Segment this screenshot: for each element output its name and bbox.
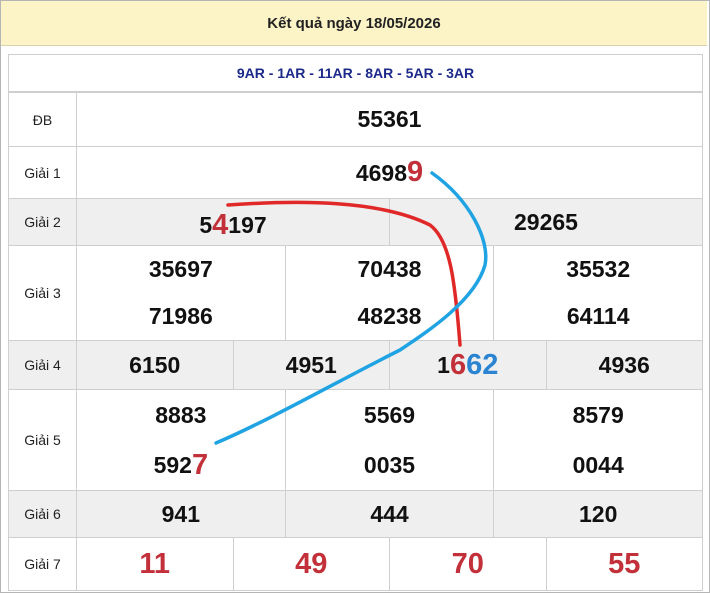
g6-value-3: 120 bbox=[493, 491, 702, 537]
g7-value-3: 70 bbox=[389, 538, 546, 590]
prize-label-g3: Giải 3 bbox=[8, 245, 77, 341]
prize-values-g5: 8883 592 7 5569 0035 8579 0044 bbox=[76, 389, 703, 491]
g5-value-1: 8883 bbox=[155, 401, 207, 428]
g3-value-6: 64114 bbox=[566, 303, 630, 329]
table-row-g1: Giải 1 46989 bbox=[8, 146, 703, 199]
g3-value-4: 71986 bbox=[148, 303, 213, 329]
g5-value-6: 0044 bbox=[572, 451, 624, 478]
prize-value-g1: 46989 bbox=[76, 146, 703, 199]
table-row-g7: Giải 7 11 49 70 55 bbox=[8, 537, 703, 591]
table-row-db: ĐB 55361 bbox=[8, 92, 703, 147]
table-row-g5: Giải 5 8883 592 7 5569 0035 8579 0044 bbox=[8, 389, 703, 491]
g3-value-1: 35697 bbox=[148, 256, 213, 282]
g2-value-1: 5 4 197 bbox=[199, 208, 267, 241]
prize-label-g7: Giải 7 bbox=[8, 537, 77, 591]
prize-label-g4: Giải 4 bbox=[8, 340, 77, 390]
table-row-g3: Giải 3 35697 71986 70438 48238 35532 64114 bbox=[8, 245, 703, 341]
prize-label-g2: Giải 2 bbox=[8, 198, 77, 246]
prize-values-g4: 6150 4951 1 6 62 4936 bbox=[76, 340, 703, 390]
prize-values-g3: 35697 71986 70438 48238 35532 64114 bbox=[76, 245, 703, 341]
g6-value-2: 444 bbox=[284, 491, 494, 537]
table-row-g2: Giải 2 5 4 197 29265 bbox=[8, 198, 703, 246]
table-row-g6: Giải 6 941 444 120 bbox=[8, 490, 703, 538]
g2-value-2: 29265 bbox=[389, 199, 702, 245]
g5-value-2: 5569 bbox=[363, 401, 416, 428]
ticket-codes: 9AR - 1AR - 11AR - 8AR - 5AR - 3AR bbox=[8, 54, 703, 92]
g3-value-3: 35532 bbox=[566, 256, 631, 282]
g4-value-2: 4951 bbox=[232, 341, 390, 389]
prize-values-g2: 5 4 197 29265 bbox=[76, 198, 703, 246]
g4-value-3: 1 6 62 bbox=[389, 341, 546, 389]
prize-value-db: 55361 bbox=[76, 92, 703, 147]
prize-values-g7: 11 49 70 55 bbox=[76, 537, 703, 591]
prize-label-g5: Giải 5 bbox=[8, 389, 77, 491]
table-row-g4: Giải 4 6150 4951 1 6 62 4936 bbox=[8, 340, 703, 390]
g6-value-1: 941 bbox=[161, 500, 201, 527]
g1-highlight: 9 bbox=[407, 156, 424, 188]
prize-label-g1: Giải 1 bbox=[8, 146, 77, 199]
page-title: Kết quả ngày 18/05/2026 bbox=[1, 1, 707, 46]
g7-value-1: 11 bbox=[139, 547, 171, 580]
g4-value-1: 6150 bbox=[129, 351, 181, 378]
prize-label-g6: Giải 6 bbox=[8, 490, 77, 538]
prize-label-db: ĐB bbox=[8, 92, 77, 147]
g7-value-2: 49 bbox=[232, 538, 390, 590]
g3-value-2: 70438 bbox=[357, 256, 422, 282]
g4-value-4: 4936 bbox=[545, 341, 703, 389]
g5-value-5: 0035 bbox=[363, 451, 416, 478]
prize-values-g6: 941 444 120 bbox=[76, 490, 703, 538]
g1-plain: 4698 bbox=[355, 160, 408, 186]
g3-value-5: 48238 bbox=[357, 303, 422, 329]
g5-value-3: 8579 bbox=[572, 401, 624, 428]
g5-value-4: 592 7 bbox=[153, 448, 209, 481]
results-table: ĐB 55361 Giải 1 46989 Giải 2 5 4 197 29265… bbox=[8, 92, 703, 591]
g7-value-4: 55 bbox=[545, 538, 703, 590]
